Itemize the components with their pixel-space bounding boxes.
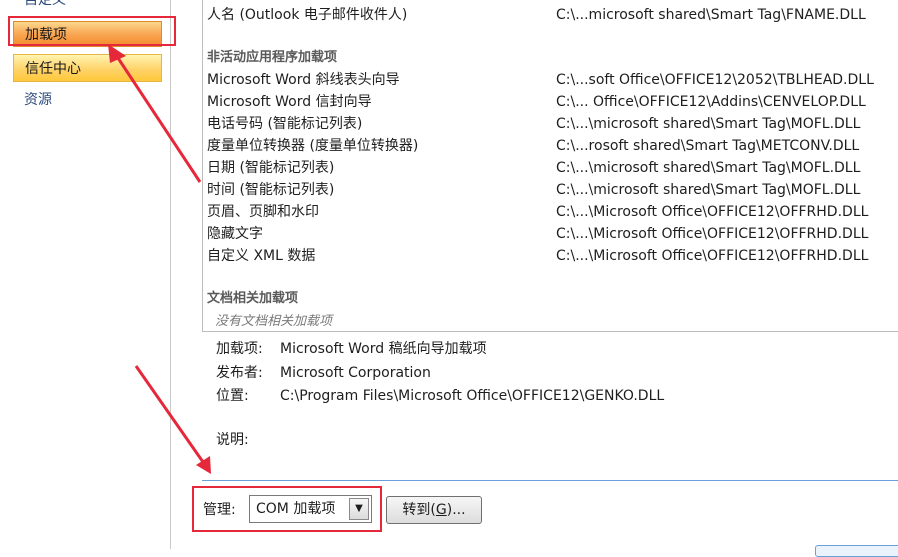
chevron-down-icon[interactable]: ▼ [349, 498, 369, 520]
addin-name: 度量单位转换器 (度量单位转换器) [207, 138, 419, 154]
list-item[interactable]: 电话号码 (智能标记列表) C:\...\microsoft shared\Sm… [207, 113, 897, 135]
sidebar-nav: 自定义 加载项 信任中心 资源 [0, 0, 171, 549]
location-value: C:\Program Files\Microsoft Office\OFFICE… [280, 388, 665, 404]
goto-accel-key: G [435, 502, 447, 518]
list-item[interactable]: 自定义 XML 数据 C:\...\Microsoft Office\OFFIC… [207, 245, 897, 267]
addin-name: 自定义 XML 数据 [207, 248, 316, 264]
addin-name: Microsoft Word 信封向导 [207, 94, 372, 110]
annotation-arrow-head [196, 456, 211, 474]
addin-path: C:\...rosoft shared\Smart Tag\METCONV.DL… [556, 138, 860, 154]
addin-label: 加载项: [216, 341, 263, 357]
addin-name: 页眉、页脚和水印 [207, 204, 319, 220]
divider [202, 480, 898, 481]
addin-name: 隐藏文字 [207, 226, 263, 242]
addin-name: Microsoft Word 斜线表头向导 [207, 72, 400, 88]
addin-name: 时间 (智能标记列表) [207, 182, 335, 198]
addin-name: 电话号码 (智能标记列表) [207, 116, 363, 132]
description-label: 说明: [216, 432, 249, 448]
group-header-inactive: 非活动应用程序加载项 [207, 50, 338, 65]
manage-select-value: COM 加载项 [256, 501, 336, 517]
addin-path: C:\...\Microsoft Office\OFFICE12\OFFRHD.… [556, 248, 869, 264]
addin-path: C:\... Office\OFFICE12\Addins\CENVELOP.D… [556, 94, 866, 110]
addin-path: C:\...\microsoft shared\Smart Tag\MOFL.D… [556, 160, 861, 176]
addin-list[interactable]: 人名 (Outlook 电子邮件收件人) C:\...microsoft sha… [202, 0, 898, 332]
addin-value: Microsoft Word 稿纸向导加载项 [280, 341, 487, 357]
addin-path: C:\...\microsoft shared\Smart Tag\MOFL.D… [556, 116, 861, 132]
nav-item-addins[interactable]: 加载项 [13, 21, 162, 47]
nav-item-resources[interactable]: 资源 [13, 87, 162, 113]
location-label: 位置: [216, 388, 249, 404]
group-header-document: 文档相关加载项 [207, 291, 299, 306]
list-item[interactable]: 隐藏文字 C:\...\Microsoft Office\OFFICE12\OF… [207, 223, 897, 245]
goto-button[interactable]: 转到(G)... [386, 496, 482, 524]
addin-path: C:\...\Microsoft Office\OFFICE12\OFFRHD.… [556, 226, 869, 242]
manage-select[interactable]: COM 加载项 ▼ [249, 495, 372, 523]
addin-path: C:\...\Microsoft Office\OFFICE12\OFFRHD.… [556, 204, 869, 220]
list-item[interactable]: 度量单位转换器 (度量单位转换器) C:\...rosoft shared\Sm… [207, 135, 897, 157]
addin-path: C:\...\microsoft shared\Smart Tag\MOFL.D… [556, 182, 861, 198]
ok-button-edge[interactable] [815, 545, 898, 557]
list-item[interactable]: 人名 (Outlook 电子邮件收件人) C:\...microsoft sha… [207, 4, 897, 26]
addin-path: C:\...soft Office\OFFICE12\2052\TBLHEAD.… [556, 72, 874, 88]
addin-name: 日期 (智能标记列表) [207, 160, 335, 176]
list-item[interactable]: Microsoft Word 斜线表头向导 C:\...soft Office\… [207, 69, 897, 91]
nav-item-customize[interactable]: 自定义 [13, 0, 162, 12]
nav-item-trust-center[interactable]: 信任中心 [13, 54, 162, 82]
empty-document-addins: 没有文档相关加载项 [215, 314, 333, 329]
publisher-label: 发布者: [216, 365, 263, 381]
addin-name: 人名 (Outlook 电子邮件收件人) [207, 7, 408, 23]
addin-path: C:\...microsoft shared\Smart Tag\FNAME.D… [556, 7, 866, 23]
list-item[interactable]: 日期 (智能标记列表) C:\...\microsoft shared\Smar… [207, 157, 897, 179]
manage-label: 管理: [203, 502, 236, 518]
publisher-value: Microsoft Corporation [280, 365, 431, 381]
list-item[interactable]: Microsoft Word 信封向导 C:\... Office\OFFICE… [207, 91, 897, 113]
list-item[interactable]: 时间 (智能标记列表) C:\...\microsoft shared\Smar… [207, 179, 897, 201]
list-item[interactable]: 页眉、页脚和水印 C:\...\Microsoft Office\OFFICE1… [207, 201, 897, 223]
